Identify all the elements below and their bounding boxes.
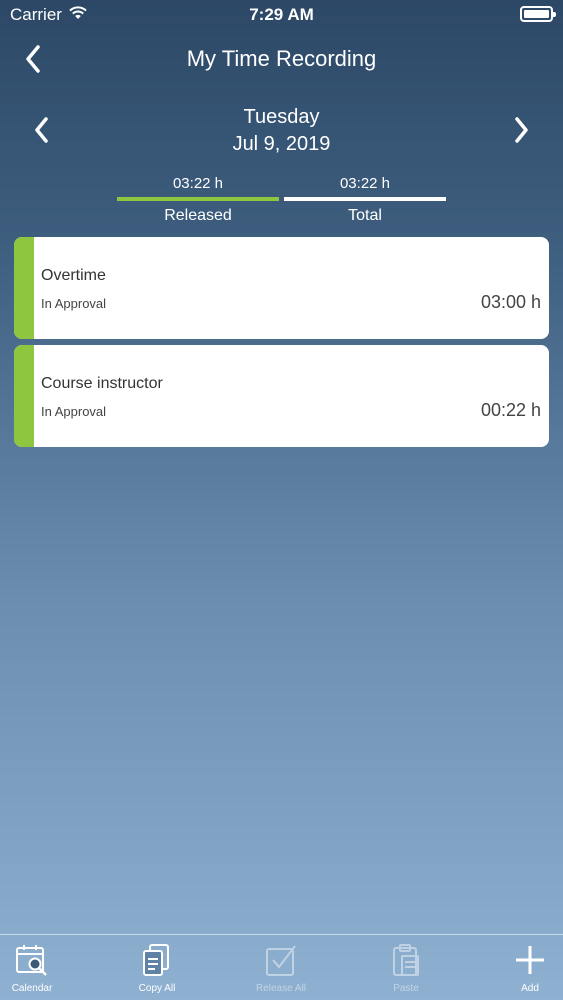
status-stripe [14,237,34,339]
next-day-button[interactable] [507,114,537,150]
calendar-button[interactable]: Calendar [0,935,72,1000]
entry-title: Overtime [41,267,106,284]
released-label: Released [164,207,232,224]
entry-duration: 03:00 h [480,292,541,312]
paste-button[interactable]: Paste [366,935,446,1000]
calendar-label: Calendar [11,983,53,994]
status-stripe [14,345,34,447]
weekday-label: Tuesday [243,106,320,128]
total-label: Total [348,207,382,224]
entry-status: In Approval [41,404,107,419]
chevron-right-icon [514,116,530,149]
release-all-button[interactable]: Release All [241,935,321,1000]
add-label: Add [521,983,539,994]
add-button[interactable]: Add [490,935,563,1000]
release-all-label: Release All [255,983,307,994]
entry-status: In Approval [41,296,107,311]
released-summary: 03:22 h Released [117,174,279,225]
time-entry-card[interactable]: Course instructor In Approval 00:22 h [14,345,549,447]
clipboard-icon [388,942,424,978]
copy-all-label: Copy All [138,983,176,994]
entry-duration: 00:22 h [480,400,541,420]
plus-icon [512,942,548,978]
bottom-toolbar: Calendar Copy All Release All Paste Add [0,934,563,1000]
page-title: My Time Recording [186,46,377,71]
entry-title: Course instructor [41,375,163,392]
released-bar [117,197,279,201]
calendar-search-icon [14,942,50,978]
copy-icon [139,942,175,978]
total-hours: 03:22 h [339,175,391,192]
time-entry-card[interactable]: Overtime In Approval 03:00 h [14,237,549,339]
date-label: Jul 9, 2019 [232,133,331,155]
total-bar [284,197,446,201]
total-summary: 03:22 h Total [284,174,446,225]
clock: 7:29 AM [249,5,314,24]
status-bar: Carrier 7:29 AM [0,0,563,30]
released-hours: 03:22 h [172,175,224,192]
paste-label: Paste [393,983,419,994]
battery-icon [520,6,556,22]
copy-all-button[interactable]: Copy All [117,935,197,1000]
checkbox-check-icon [263,942,299,978]
